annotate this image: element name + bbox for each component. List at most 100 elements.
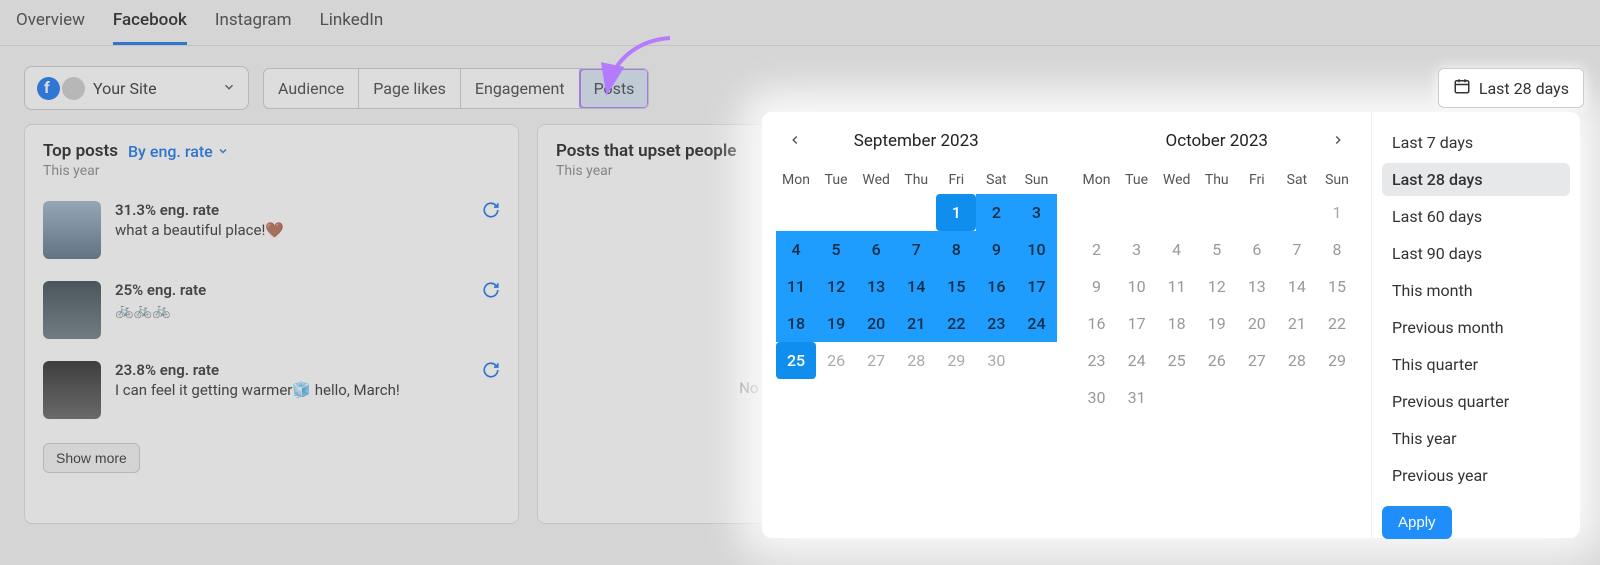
- dow-label: Fri: [936, 166, 976, 194]
- calendar-day[interactable]: 20: [1237, 305, 1277, 342]
- preset-this-month[interactable]: This month: [1382, 274, 1570, 307]
- calendar-day[interactable]: 27: [856, 342, 896, 379]
- show-more-button[interactable]: Show more: [43, 443, 140, 473]
- post-thumbnail[interactable]: [43, 201, 101, 259]
- calendar-day[interactable]: 18: [776, 305, 816, 342]
- calendar-day[interactable]: 8: [936, 231, 976, 268]
- prev-month-button[interactable]: [780, 127, 810, 156]
- preset-this-quarter[interactable]: This quarter: [1382, 348, 1570, 381]
- calendar-day[interactable]: 20: [856, 305, 896, 342]
- refresh-icon[interactable]: [482, 361, 500, 384]
- calendar-day[interactable]: 21: [896, 305, 936, 342]
- sub-tab-engagement[interactable]: Engagement: [461, 69, 580, 108]
- calendar-day[interactable]: 27: [1237, 342, 1277, 379]
- calendar-day[interactable]: 10: [1016, 231, 1056, 268]
- preset-previous-month[interactable]: Previous month: [1382, 311, 1570, 344]
- calendar-day[interactable]: 4: [776, 231, 816, 268]
- preset-last-28-days[interactable]: Last 28 days: [1382, 163, 1570, 196]
- calendar-day[interactable]: 30: [1077, 379, 1117, 416]
- calendar-day[interactable]: 9: [1077, 268, 1117, 305]
- dow-label: Mon: [1077, 166, 1117, 194]
- next-month-button[interactable]: [1323, 127, 1353, 156]
- calendar-day[interactable]: 24: [1117, 342, 1157, 379]
- calendar-day[interactable]: 30: [976, 342, 1016, 379]
- calendar-day[interactable]: 11: [1157, 268, 1197, 305]
- post-thumbnail[interactable]: [43, 361, 101, 419]
- calendar-day[interactable]: 26: [1197, 342, 1237, 379]
- preset-previous-year[interactable]: Previous year: [1382, 459, 1570, 492]
- site-dropdown[interactable]: Your Site: [24, 66, 249, 110]
- calendar-day[interactable]: 17: [1016, 268, 1056, 305]
- calendar-day[interactable]: 31: [1117, 379, 1157, 416]
- calendar-right-label: October 2023: [1166, 131, 1268, 151]
- calendar-day[interactable]: 28: [896, 342, 936, 379]
- main-tabs: Overview Facebook Instagram LinkedIn: [0, 0, 1600, 46]
- calendar-day[interactable]: 14: [1277, 268, 1317, 305]
- preset-this-year[interactable]: This year: [1382, 422, 1570, 455]
- calendar-day[interactable]: 3: [1016, 194, 1056, 231]
- sub-tab-posts[interactable]: Posts: [580, 69, 649, 108]
- sub-tab-audience[interactable]: Audience: [264, 69, 359, 108]
- calendar-day[interactable]: 26: [816, 342, 856, 379]
- calendar-day[interactable]: 19: [816, 305, 856, 342]
- calendar-day[interactable]: 29: [1317, 342, 1357, 379]
- calendar-day[interactable]: 11: [776, 268, 816, 305]
- date-range-button[interactable]: Last 28 days: [1438, 68, 1584, 108]
- calendar-day[interactable]: 16: [1077, 305, 1117, 342]
- preset-last-90-days[interactable]: Last 90 days: [1382, 237, 1570, 270]
- refresh-icon[interactable]: [482, 281, 500, 304]
- calendar-day[interactable]: 2: [1077, 231, 1117, 268]
- calendar-day[interactable]: 23: [976, 305, 1016, 342]
- calendar-day[interactable]: 21: [1277, 305, 1317, 342]
- calendar-day[interactable]: 6: [856, 231, 896, 268]
- calendar-day[interactable]: 13: [856, 268, 896, 305]
- main-tab-facebook[interactable]: Facebook: [113, 10, 187, 45]
- calendar-day[interactable]: 29: [936, 342, 976, 379]
- calendar-day[interactable]: 23: [1077, 342, 1117, 379]
- post-eng-rate: 31.3% eng. rate: [115, 201, 468, 219]
- calendar-day[interactable]: 12: [1197, 268, 1237, 305]
- main-tab-linkedin[interactable]: LinkedIn: [320, 10, 384, 45]
- top-posts-card: Top posts By eng. rate This year 31.3% e…: [24, 124, 519, 524]
- calendar-day[interactable]: 9: [976, 231, 1016, 268]
- calendar-day[interactable]: 12: [816, 268, 856, 305]
- calendar-day[interactable]: 22: [936, 305, 976, 342]
- calendar-day[interactable]: 5: [816, 231, 856, 268]
- calendar-day[interactable]: 13: [1237, 268, 1277, 305]
- post-caption: 🚲🚲🚲: [115, 301, 468, 319]
- calendar-day[interactable]: 25: [1157, 342, 1197, 379]
- calendar-day[interactable]: 10: [1117, 268, 1157, 305]
- calendar-day[interactable]: 15: [936, 268, 976, 305]
- calendar-day[interactable]: 7: [896, 231, 936, 268]
- calendar-day[interactable]: 14: [896, 268, 936, 305]
- preset-previous-quarter[interactable]: Previous quarter: [1382, 385, 1570, 418]
- sub-tab-page-likes[interactable]: Page likes: [359, 69, 461, 108]
- calendar-day[interactable]: 25: [776, 342, 816, 379]
- calendar-day[interactable]: 7: [1277, 231, 1317, 268]
- main-tab-instagram[interactable]: Instagram: [215, 10, 292, 45]
- apply-button[interactable]: Apply: [1382, 506, 1452, 539]
- calendar-day[interactable]: 8: [1317, 231, 1357, 268]
- dow-label: Thu: [896, 166, 936, 194]
- calendar-day[interactable]: 1: [936, 194, 976, 231]
- main-tab-overview[interactable]: Overview: [16, 10, 85, 45]
- preset-last-7-days[interactable]: Last 7 days: [1382, 126, 1570, 159]
- calendar-day[interactable]: 2: [976, 194, 1016, 231]
- calendar-day[interactable]: 24: [1016, 305, 1056, 342]
- refresh-icon[interactable]: [482, 201, 500, 224]
- sort-dropdown[interactable]: By eng. rate: [128, 142, 229, 161]
- calendar-day[interactable]: 5: [1197, 231, 1237, 268]
- calendar-day[interactable]: 1: [1317, 194, 1357, 231]
- calendar-day[interactable]: 18: [1157, 305, 1197, 342]
- calendar-day[interactable]: 3: [1117, 231, 1157, 268]
- calendar-day[interactable]: 16: [976, 268, 1016, 305]
- calendar-day[interactable]: 15: [1317, 268, 1357, 305]
- calendar-day[interactable]: 6: [1237, 231, 1277, 268]
- calendar-day[interactable]: 17: [1117, 305, 1157, 342]
- preset-last-60-days[interactable]: Last 60 days: [1382, 200, 1570, 233]
- calendar-day[interactable]: 4: [1157, 231, 1197, 268]
- calendar-day[interactable]: 22: [1317, 305, 1357, 342]
- post-thumbnail[interactable]: [43, 281, 101, 339]
- calendar-day[interactable]: 28: [1277, 342, 1317, 379]
- calendar-day[interactable]: 19: [1197, 305, 1237, 342]
